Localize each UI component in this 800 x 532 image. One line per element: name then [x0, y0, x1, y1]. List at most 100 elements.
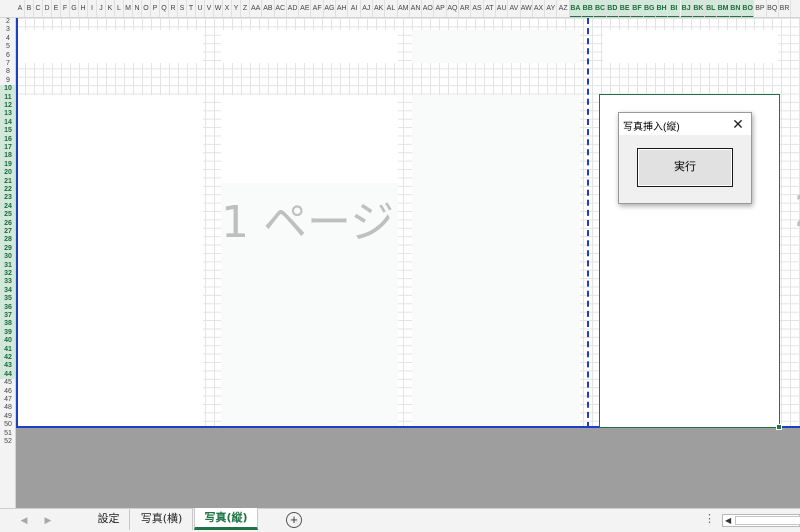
row-header-34[interactable]: 34	[0, 286, 15, 296]
column-header-al[interactable]: AL	[385, 0, 398, 17]
scroll-left-icon[interactable]: ◀	[725, 515, 731, 526]
column-header-aw[interactable]: AW	[521, 0, 533, 17]
row-header-6[interactable]: 6	[0, 52, 15, 60]
column-header-aj[interactable]: AJ	[361, 0, 373, 17]
next-sheet-icon[interactable]: ▶	[42, 513, 54, 527]
row-header-47[interactable]: 47	[0, 396, 15, 404]
column-header-bj[interactable]: BJ	[680, 0, 693, 17]
row-header-35[interactable]: 35	[0, 295, 15, 304]
row-header-40[interactable]: 40	[0, 337, 15, 346]
more-options-icon[interactable]: ⋮	[704, 512, 715, 525]
column-header-aa[interactable]: AA	[250, 0, 263, 17]
row-header-25[interactable]: 25	[0, 211, 15, 220]
column-header-bi[interactable]: BI	[668, 0, 681, 17]
column-header-bf[interactable]: BF	[631, 0, 644, 17]
column-header-bc[interactable]: BC	[594, 0, 607, 17]
row-header-41[interactable]: 41	[0, 345, 15, 354]
row-header-26[interactable]: 26	[0, 219, 15, 228]
horizontal-scrollbar[interactable]: ◀	[722, 514, 800, 527]
column-header-e[interactable]: E	[52, 0, 61, 17]
column-header-bk[interactable]: BK	[692, 0, 706, 17]
row-header-24[interactable]: 24	[0, 202, 15, 212]
row-header-15[interactable]: 15	[0, 127, 15, 136]
row-header-32[interactable]: 32	[0, 270, 15, 279]
column-header-z[interactable]: Z	[241, 0, 250, 17]
row-header-4[interactable]: 4	[0, 35, 15, 43]
row-header-19[interactable]: 19	[0, 160, 15, 170]
photo-area-header-1[interactable]	[17, 30, 203, 63]
row-header-51[interactable]: 51	[0, 430, 15, 438]
tab-photo-landscape[interactable]: 写真(横)	[131, 509, 193, 530]
column-header-bg[interactable]: BG	[643, 0, 656, 17]
column-header-i[interactable]: I	[88, 0, 97, 17]
column-header-a[interactable]: A	[16, 0, 25, 17]
column-header-au[interactable]: AU	[496, 0, 509, 17]
column-header-x[interactable]: X	[223, 0, 232, 17]
dialog-titlebar[interactable]: 写真挿入(縦) ✕	[619, 113, 751, 135]
photo-area-header-2[interactable]	[221, 30, 398, 63]
photo-area-header-3[interactable]	[412, 30, 580, 63]
column-header-bn[interactable]: BN	[729, 0, 742, 17]
column-header-k[interactable]: K	[106, 0, 115, 17]
row-header-27[interactable]: 27	[0, 228, 15, 237]
column-header-w[interactable]: W	[214, 0, 223, 17]
row-header-22[interactable]: 22	[0, 186, 15, 195]
column-header-ba[interactable]: BA	[569, 0, 583, 17]
column-header-d[interactable]: D	[43, 0, 52, 17]
column-header-av[interactable]: AV	[508, 0, 521, 17]
row-header-13[interactable]: 13	[0, 110, 15, 119]
column-header-o[interactable]: O	[142, 0, 151, 17]
column-header-c[interactable]: C	[34, 0, 43, 17]
column-header-br[interactable]: BR	[779, 0, 792, 17]
column-header-ag[interactable]: AG	[324, 0, 337, 17]
row-header-16[interactable]: 16	[0, 135, 15, 144]
row-header-52[interactable]: 52	[0, 438, 15, 446]
column-header-an[interactable]: AN	[410, 0, 423, 17]
row-header-38[interactable]: 38	[0, 320, 15, 329]
column-header-aq[interactable]: AQ	[447, 0, 460, 17]
row-header-49[interactable]: 49	[0, 413, 15, 421]
row-header-18[interactable]: 18	[0, 152, 15, 161]
row-header-33[interactable]: 33	[0, 278, 15, 287]
cell-grid[interactable]: 1 ページ 2	[16, 18, 800, 508]
tab-photo-portrait[interactable]: 写真(縦)	[194, 508, 258, 530]
column-header-ab[interactable]: AB	[262, 0, 275, 17]
fill-handle[interactable]	[776, 424, 782, 430]
column-header-bb[interactable]: BB	[582, 0, 595, 17]
column-header-af[interactable]: AF	[312, 0, 324, 17]
row-header-28[interactable]: 28	[0, 236, 15, 245]
column-header-f[interactable]: F	[61, 0, 70, 17]
add-sheet-icon[interactable]: +	[286, 512, 302, 528]
row-header-23[interactable]: 23	[0, 194, 15, 203]
row-header-5[interactable]: 5	[0, 43, 15, 51]
column-header-ay[interactable]: AY	[545, 0, 558, 17]
column-header-ae[interactable]: AE	[299, 0, 312, 17]
row-header-9[interactable]: 9	[0, 77, 15, 85]
column-header-ai[interactable]: AI	[348, 0, 361, 17]
row-header-37[interactable]: 37	[0, 312, 15, 321]
column-header-ar[interactable]: AR	[459, 0, 472, 17]
column-header-bo[interactable]: BO	[742, 0, 755, 17]
row-header-10[interactable]: 10	[0, 85, 15, 94]
row-header-36[interactable]: 36	[0, 303, 15, 312]
column-header-bp[interactable]: BP	[754, 0, 767, 17]
column-header-q[interactable]: Q	[160, 0, 169, 17]
row-header-20[interactable]: 20	[0, 169, 15, 178]
photo-area-3[interactable]	[412, 95, 580, 428]
row-header-21[interactable]: 21	[0, 177, 15, 186]
column-header-ak[interactable]: AK	[373, 0, 386, 17]
prev-sheet-icon[interactable]: ◀	[18, 513, 30, 527]
row-header-29[interactable]: 29	[0, 244, 15, 254]
photo-area-1[interactable]	[17, 95, 203, 428]
column-header-bq[interactable]: BQ	[767, 0, 779, 17]
row-header-30[interactable]: 30	[0, 253, 15, 262]
column-header-y[interactable]: Y	[232, 0, 241, 17]
column-header-at[interactable]: AT	[484, 0, 496, 17]
column-header-p[interactable]: P	[151, 0, 160, 17]
row-header-48[interactable]: 48	[0, 404, 15, 412]
column-header-n[interactable]: N	[133, 0, 142, 17]
row-header-45[interactable]: 45	[0, 379, 15, 387]
column-header-b[interactable]: B	[25, 0, 34, 17]
column-header-v[interactable]: V	[205, 0, 214, 17]
column-header-ad[interactable]: AD	[287, 0, 300, 17]
